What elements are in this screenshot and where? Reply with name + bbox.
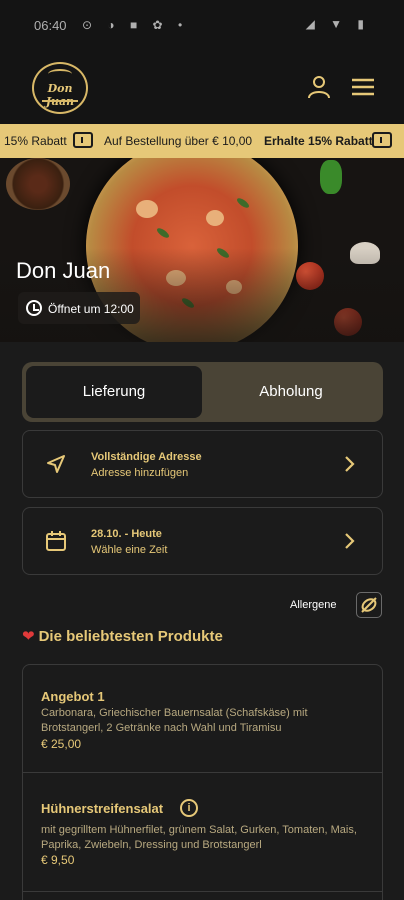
pepper-image [320,160,342,194]
ticket-icon [73,132,93,148]
product-list: Angebot 1 Carbonara, Griechischer Bauern… [22,664,383,900]
ticker-text: Auf Bestellung über € 10,00 [104,134,253,148]
ticket-icon [372,132,392,148]
restaurant-logo[interactable]: Don Juan [32,62,88,114]
tab-pickup[interactable]: Abholung [203,366,379,418]
product-price: € 9,50 [41,853,75,867]
opening-hours-badge: Öffnet um 12:00 [18,292,140,324]
logo-text: Don Juan [46,82,74,108]
location-arrow-icon [47,455,65,473]
chevron-right-icon [345,456,355,472]
ticker-text: Erhalte 15% Rabatt [264,134,373,148]
time-slot-card[interactable]: 28.10. - Heute Wähle eine Zeit [22,507,383,575]
address-subtitle: Adresse hinzufügen [91,467,189,479]
spice-bowl-image [6,158,70,210]
product-price: € 25,00 [41,737,82,751]
address-card[interactable]: Vollständige Adresse Adresse hinzufügen [22,430,383,498]
time-slot-subtitle: Wähle eine Zeit [91,544,168,556]
status-notification-icons: ⊙ ◑ ■ ✿ • [82,18,189,32]
product-description: mit gegrilltem Hühnerfilet, grünem Salat… [41,824,357,851]
tab-delivery[interactable]: Lieferung [26,366,202,418]
menu-icon[interactable] [350,74,376,100]
product-divider [23,891,382,892]
popular-products-title: Die beliebtesten Produkte [38,628,223,645]
status-time: 06:40 [34,18,67,33]
status-system-icons: ◢ ▼ ▮ [305,17,370,31]
allergens-button[interactable] [356,592,382,618]
product-item[interactable]: Hühnerstreifensalat mit gegrilltem Hühne… [23,773,382,893]
promo-ticker: 15% Rabatt Auf Bestellung über € 10,00 E… [0,124,404,158]
calendar-icon [46,531,66,551]
status-bar: 06:40 ⊙ ◑ ■ ✿ • ◢ ▼ ▮ [0,0,404,52]
heart-icon: ❤ [22,628,35,645]
opening-hours-text: Öffnet um 12:00 [48,302,134,316]
address-title: Vollständige Adresse [91,451,202,463]
app-header: Don Juan [0,52,404,124]
popular-products-heading: ❤ Die beliebtesten Produkte [22,627,223,645]
chevron-right-icon [345,533,355,549]
restaurant-name: Don Juan [16,258,111,283]
user-icon[interactable] [306,74,332,100]
hero-banner: Don Juan Öffnet um 12:00 [0,158,404,342]
allergens-label[interactable]: Allergene [290,599,336,611]
clock-icon [26,300,42,316]
logo-arch-icon [48,69,72,79]
product-name: Angebot 1 [41,689,105,704]
ticker-text: 15% Rabatt [4,134,67,148]
product-description: Carbonara, Griechischer Bauernsalat (Sch… [41,707,308,734]
time-slot-title: 28.10. - Heute [91,528,162,540]
info-icon[interactable]: i [180,799,198,817]
allergen-icon [361,597,377,613]
product-name: Hühnerstreifensalat [41,801,164,816]
order-mode-toggle: Lieferung Abholung [22,362,383,422]
logo-underline [42,100,78,102]
product-item[interactable]: Angebot 1 Carbonara, Griechischer Bauern… [23,665,382,772]
